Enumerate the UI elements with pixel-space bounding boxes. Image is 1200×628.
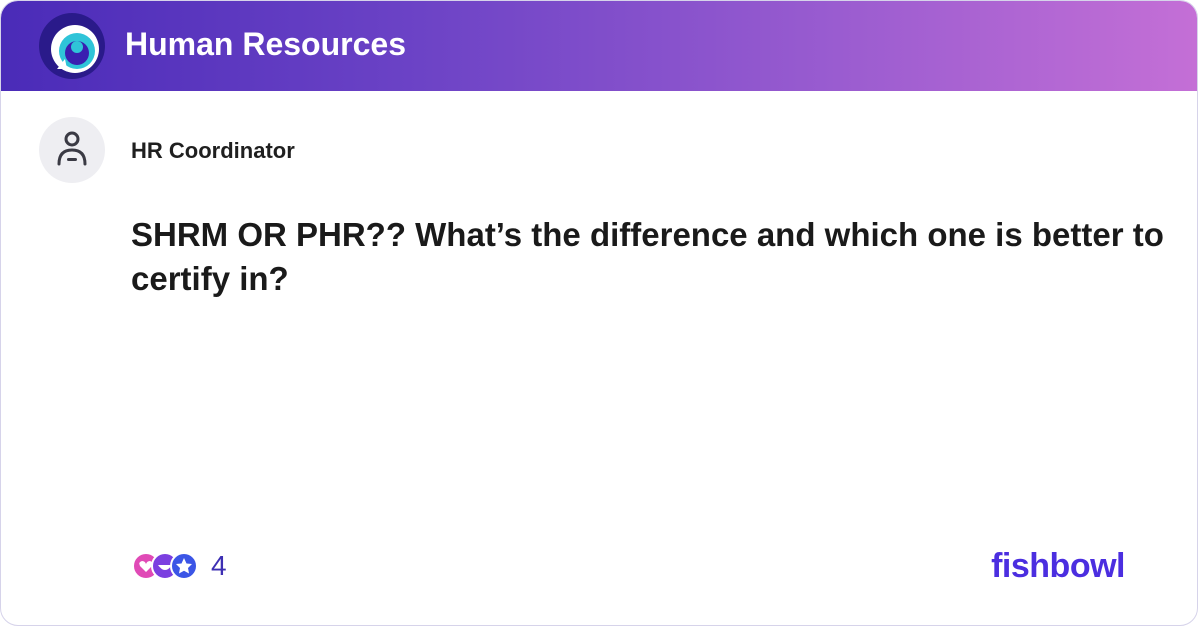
fishbowl-bowl-icon	[39, 13, 105, 79]
reaction-count: 4	[211, 550, 227, 581]
fishbowl-logo[interactable]: fishbowl	[991, 546, 1125, 586]
community-title[interactable]: Human Resources	[125, 23, 406, 65]
author-avatar	[39, 117, 105, 183]
author-name: HR Coordinator	[131, 138, 295, 163]
community-header: Human Resources	[1, 1, 1197, 91]
post-question[interactable]: SHRM OR PHR?? What’s the difference and …	[131, 213, 1171, 301]
reaction-icons	[132, 552, 198, 580]
post-card[interactable]: Human Resources HR Coordinator SHRM OR P…	[0, 0, 1198, 626]
person-icon	[57, 131, 87, 166]
star-reaction-icon	[170, 552, 198, 580]
